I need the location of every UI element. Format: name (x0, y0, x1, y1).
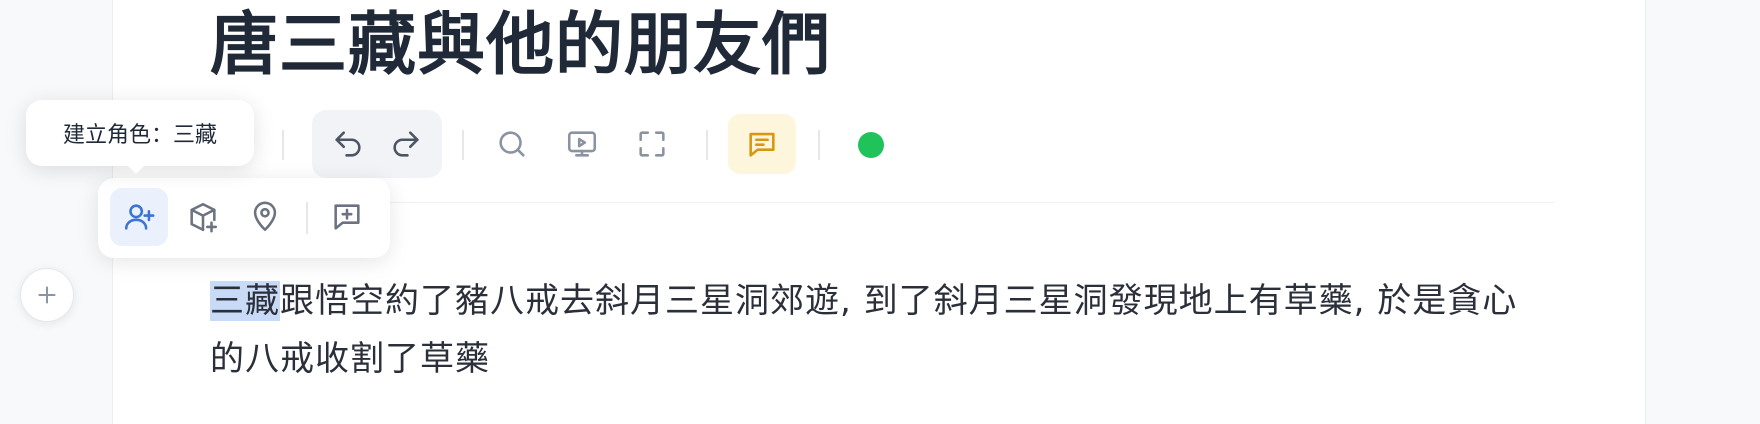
add-note-icon (334, 204, 360, 230)
presentation-button[interactable] (562, 124, 602, 164)
redo-icon (393, 131, 419, 157)
selected-text[interactable]: 三藏 (210, 281, 280, 321)
search-icon (499, 131, 525, 157)
selection-popover (98, 178, 390, 258)
search-button[interactable] (492, 124, 532, 164)
undo-button[interactable] (328, 124, 368, 164)
add-block-button[interactable] (20, 268, 74, 322)
create-item-button[interactable] (174, 188, 232, 246)
add-item-icon (190, 202, 218, 233)
fullscreen-button[interactable] (632, 124, 672, 164)
comment-button[interactable] (742, 124, 782, 164)
connection-status-dot (858, 132, 884, 158)
redo-button[interactable] (386, 124, 426, 164)
toolbar-divider (706, 130, 708, 160)
add-note-button[interactable] (318, 188, 376, 246)
fullscreen-icon (639, 131, 665, 157)
undo-icon (335, 131, 361, 157)
create-location-button[interactable] (236, 188, 294, 246)
plus-icon (38, 286, 56, 304)
editor-toolbar (240, 110, 900, 178)
toolbar-divider (818, 130, 820, 160)
create-character-button[interactable] (110, 188, 168, 246)
location-icon (253, 201, 277, 232)
story-paragraph[interactable]: 三藏跟悟空約了豬八戒去斜月三星洞郊遊, 到了斜月三星洞發現地上有草藥, 於是貪心… (210, 272, 1550, 388)
page-title: 唐三藏與他的朋友們 (210, 6, 832, 85)
tooltip-arrow (126, 164, 146, 174)
comment-icon (749, 132, 775, 157)
history-group (312, 110, 442, 178)
toolbar-divider (462, 130, 464, 160)
paragraph-text: 跟悟空約了豬八戒去斜月三星洞郊遊, 到了斜月三星洞發現地上有草藥, 於是貪心的八… (210, 281, 1518, 379)
presentation-icon (567, 131, 597, 157)
popover-divider (306, 202, 308, 234)
title-divider (210, 202, 1554, 203)
create-character-tooltip: 建立角色：三藏 (26, 100, 254, 166)
add-person-icon (124, 204, 155, 230)
toolbar-divider (282, 130, 284, 160)
